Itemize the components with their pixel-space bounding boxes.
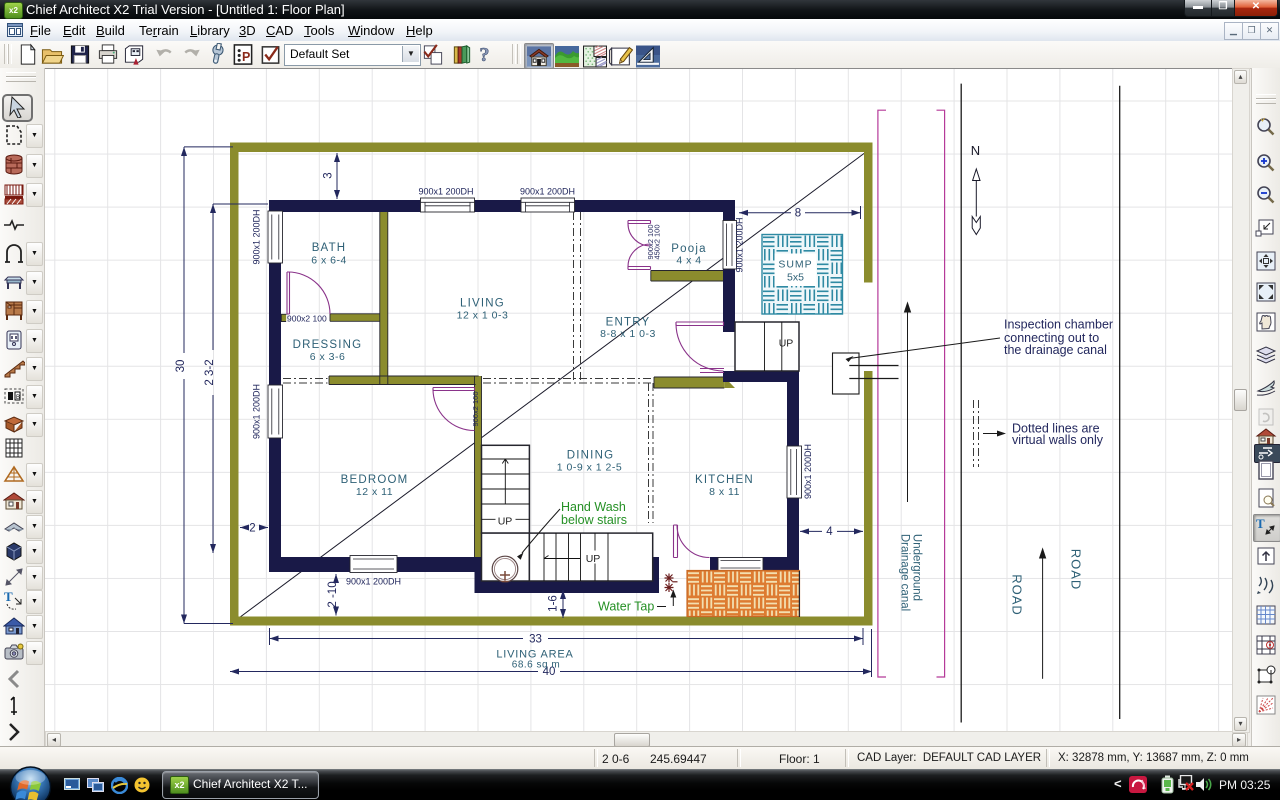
svg-text:Drainage canal: Drainage canal — [899, 534, 911, 611]
svg-text:4 x 4: 4 x 4 — [676, 255, 701, 267]
svg-text:DINING: DINING — [567, 450, 614, 462]
svg-text:12 x 11: 12 x 11 — [356, 486, 393, 498]
svg-text:5x5: 5x5 — [787, 272, 804, 284]
svg-text:900x1 200DH: 900x1 200DH — [252, 384, 262, 439]
svg-text:UP: UP — [498, 516, 513, 528]
svg-text:virtual walls only: virtual walls only — [1012, 433, 1104, 447]
svg-text:33: 33 — [529, 633, 542, 645]
svg-text:LIVING: LIVING — [460, 298, 505, 310]
svg-text:N: N — [971, 143, 980, 158]
svg-text:2: 2 — [249, 522, 255, 534]
svg-text:Underground: Underground — [911, 534, 923, 601]
svg-text:2 3-2: 2 3-2 — [204, 359, 216, 385]
svg-text:900x1 200DH: 900x1 200DH — [735, 217, 745, 272]
svg-text:1 0-9 x 1 2-5: 1 0-9 x 1 2-5 — [557, 462, 622, 474]
svg-text:30: 30 — [175, 360, 187, 373]
svg-text:3: 3 — [323, 172, 335, 178]
svg-text:900x2 100: 900x2 100 — [471, 391, 480, 426]
svg-text:8-8 x 1 0-3: 8-8 x 1 0-3 — [600, 328, 656, 340]
svg-text:8 x 11: 8 x 11 — [709, 486, 740, 498]
svg-text:SUMP: SUMP — [778, 259, 812, 271]
svg-text:8: 8 — [795, 207, 801, 219]
svg-text:T: T — [4, 590, 13, 604]
svg-text:BATH: BATH — [312, 242, 347, 254]
svg-text:900x1 200DH: 900x1 200DH — [418, 187, 473, 197]
svg-text:900x2 100: 900x2 100 — [287, 314, 327, 324]
svg-text:ROAD: ROAD — [1068, 549, 1083, 591]
svg-text:BEDROOM: BEDROOM — [341, 474, 409, 486]
svg-text:900x1 200DH: 900x1 200DH — [346, 577, 401, 587]
svg-text:4: 4 — [826, 526, 833, 538]
svg-text:ROAD: ROAD — [1010, 574, 1025, 616]
svg-text:P: P — [242, 50, 250, 64]
svg-text:2 -10: 2 -10 — [327, 581, 339, 607]
svg-text:B: B — [16, 395, 20, 401]
svg-text:900x1 200DH: 900x1 200DH — [252, 209, 262, 264]
svg-text:Pooja: Pooja — [671, 243, 706, 255]
svg-text:68.6 sq m: 68.6 sq m — [512, 660, 560, 671]
svg-text:6 x 3-6: 6 x 3-6 — [310, 351, 346, 363]
svg-text:T: T — [1256, 516, 1265, 531]
svg-text:Inspection chamber: Inspection chamber — [1004, 318, 1113, 332]
svg-text:DRESSING: DRESSING — [293, 339, 363, 351]
svg-text:Hand Wash: Hand Wash — [561, 500, 626, 514]
svg-text:below stairs: below stairs — [561, 513, 627, 527]
svg-text:450x2 100: 450x2 100 — [653, 224, 662, 259]
svg-text:900x1 200DH: 900x1 200DH — [520, 187, 575, 197]
svg-text:?: ? — [479, 44, 489, 66]
svg-text:the drainage canal: the drainage canal — [1004, 343, 1107, 357]
svg-text:UP: UP — [586, 553, 601, 565]
svg-text:6 x 6-4: 6 x 6-4 — [311, 255, 347, 267]
svg-text:900x1 200DH: 900x1 200DH — [803, 444, 813, 499]
svg-text:KITCHEN: KITCHEN — [695, 474, 754, 486]
svg-text:1-6: 1-6 — [548, 595, 560, 612]
svg-text:Water Tap: Water Tap — [598, 600, 654, 614]
svg-text:12 x 1 0-3: 12 x 1 0-3 — [457, 310, 509, 322]
svg-text:ENTRY: ENTRY — [606, 317, 651, 329]
svg-text:UP: UP — [779, 338, 794, 350]
